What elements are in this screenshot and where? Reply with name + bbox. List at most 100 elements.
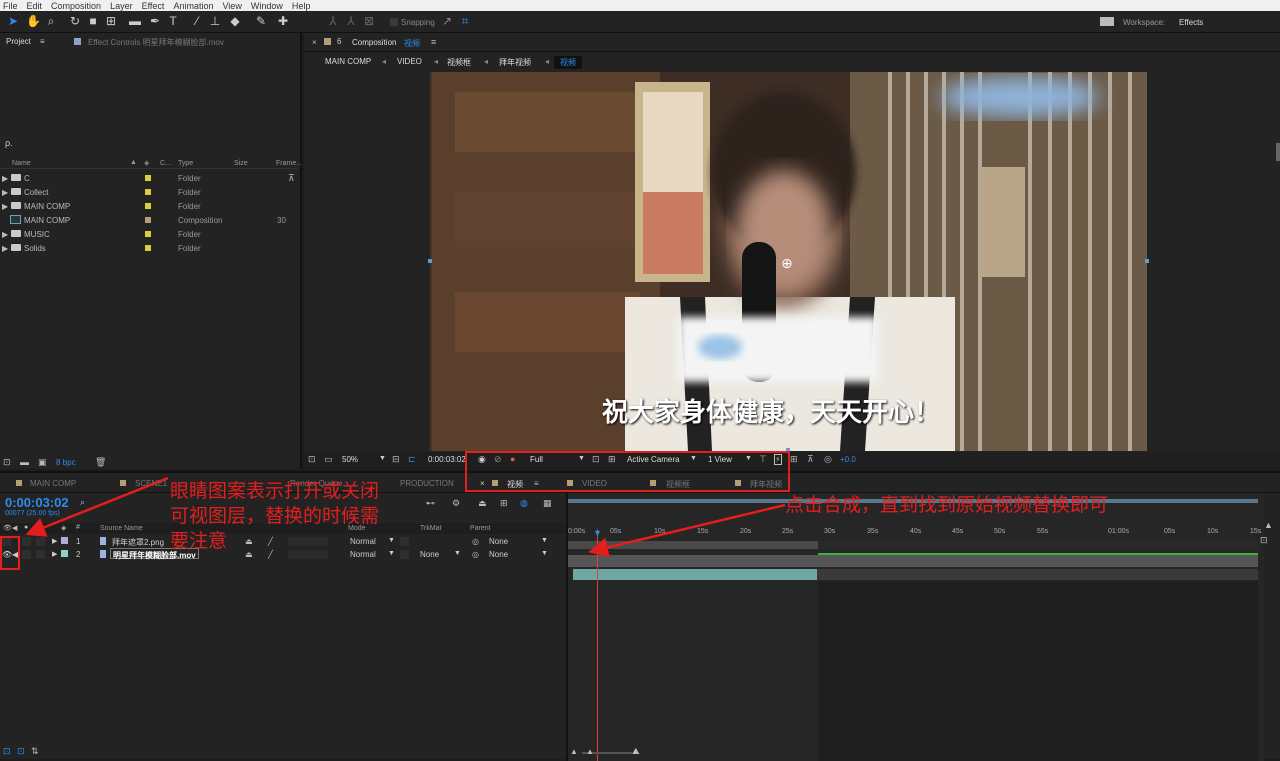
menu-edit[interactable]: Edit (27, 1, 43, 11)
col-name[interactable]: Name (12, 160, 31, 167)
comp-button-icon[interactable]: ⊡ (1260, 535, 1268, 546)
always-preview-icon[interactable]: ⊡ (308, 454, 316, 465)
layer-name[interactable]: 拜年遮罩2.png (112, 537, 164, 548)
col-source-name[interactable]: Source Name (100, 525, 143, 532)
trkmat-dropdown[interactable]: None (420, 550, 439, 559)
menu-window[interactable]: Window (251, 1, 283, 11)
axis-world-icon[interactable]: ⅄ (344, 14, 358, 28)
menu-animation[interactable]: Animation (173, 1, 213, 11)
list-item[interactable]: ▶ Collect Folder (0, 186, 298, 200)
snap-feather-icon[interactable]: ↗ (440, 14, 454, 28)
puppet-tool-icon[interactable]: ✚ (276, 14, 290, 28)
bit-depth-button[interactable]: 8 bpc (56, 458, 76, 467)
panel-menu-icon[interactable]: ≡ (431, 37, 436, 47)
comp-tab-name[interactable]: 视频 (404, 38, 420, 49)
layer-handle[interactable] (428, 259, 432, 263)
menu-effect[interactable]: Effect (142, 1, 165, 11)
lock-icon[interactable]: 6 (337, 37, 341, 46)
tab-production[interactable]: PRODUCTION (400, 479, 454, 488)
list-item[interactable]: ▶ C Folder (0, 172, 298, 186)
col-trkmat[interactable]: TrkMat (420, 525, 442, 532)
solo-icon[interactable]: ● (24, 524, 28, 531)
zoom-out-icon[interactable]: ▲ (570, 747, 578, 756)
parent-dropdown[interactable]: None (489, 537, 508, 546)
breadcrumb-main-comp[interactable]: MAIN COMP (325, 57, 371, 66)
new-folder-icon[interactable]: ▬ (20, 457, 29, 467)
col-frame[interactable]: Frame... (276, 160, 302, 167)
new-composition-icon[interactable]: ▣ (38, 457, 47, 468)
expand-arrow-icon[interactable]: ▶ (2, 174, 8, 183)
anchor-point-icon[interactable]: ⊕ (781, 255, 793, 272)
menu-layer[interactable]: Layer (110, 1, 133, 11)
label-swatch[interactable] (61, 550, 68, 557)
expand-arrow-icon[interactable]: ▶ (52, 550, 57, 558)
pan-behind-tool-icon[interactable]: ⊞ (104, 14, 118, 28)
layer-handle[interactable] (1145, 259, 1149, 263)
region-of-interest-icon[interactable]: ⊏ (408, 454, 416, 465)
exposure-icon[interactable]: ◎ (824, 454, 832, 465)
work-area[interactable] (568, 541, 818, 549)
col-size[interactable]: Size (234, 160, 248, 167)
camera-tool-icon[interactable]: ■ (86, 14, 100, 28)
zoom-in-icon[interactable]: ⛰ (632, 746, 640, 757)
col-c[interactable]: C... (160, 160, 171, 167)
graph-editor-icon[interactable]: ▦ (543, 498, 552, 509)
chevron-down-icon[interactable]: ▼ (388, 550, 395, 557)
col-parent[interactable]: Parent (470, 525, 491, 532)
audio-icon[interactable]: ◀ (12, 524, 17, 532)
expand-arrow-icon[interactable]: ▶ (2, 188, 8, 197)
tab-main-comp[interactable]: MAIN COMP (30, 479, 76, 488)
preserve-transparency[interactable] (400, 537, 409, 546)
brush-tool-icon[interactable]: ⁄ (190, 14, 204, 28)
tab-effect-controls[interactable]: Effect Controls 明星拜年模糊脸部.mov (88, 37, 224, 48)
pickwhip-icon[interactable]: ◎ (472, 537, 479, 546)
close-tab-icon[interactable]: × (312, 38, 317, 47)
layer-switches-icon[interactable]: ⊡ (3, 746, 11, 757)
draft-3d-icon[interactable]: ⚙ (452, 498, 460, 509)
motion-blur-icon[interactable]: ◍ (520, 498, 528, 509)
eye-icon[interactable]: 👁 (3, 524, 12, 532)
zoom-slider-handle[interactable]: ▲ (586, 747, 594, 756)
chevron-down-icon[interactable]: ▼ (454, 550, 461, 557)
expand-arrow-icon[interactable]: ▶ (2, 230, 8, 239)
search-input[interactable]: ρ. (5, 138, 13, 148)
exposure-value[interactable]: +0.0 (840, 455, 856, 464)
menu-composition[interactable]: Composition (51, 1, 101, 11)
hand-tool-icon[interactable]: ✋ (26, 14, 41, 28)
workspace-value[interactable]: Effects (1179, 18, 1203, 27)
axis-local-icon[interactable]: ⅄ (326, 14, 340, 28)
chevron-down-icon[interactable]: ▼ (388, 537, 395, 544)
time-graph[interactable]: 0:00s 05s 10s 15s 20s 25s 30s 35s 40s 45… (568, 493, 1264, 761)
chevron-down-icon[interactable]: ▼ (541, 537, 548, 544)
interpret-footage-icon[interactable]: ⊡ (3, 457, 11, 468)
selection-tool-icon[interactable]: ➤ (6, 14, 20, 28)
in-out-icon[interactable]: ⇅ (31, 746, 39, 757)
lock-toggle[interactable] (36, 550, 45, 559)
snapping-checkbox[interactable] (390, 18, 398, 26)
timeline-timecode[interactable]: 0:00:03:02 (5, 495, 69, 510)
menu-file[interactable]: File (3, 1, 18, 11)
flowchart-icon[interactable]: ⊼ (807, 454, 814, 465)
sort-arrow-icon[interactable]: ▲ (130, 159, 137, 166)
zoom-dropdown[interactable]: 50% (342, 455, 358, 464)
tab-composition[interactable]: Composition (352, 38, 396, 47)
viewer-timecode[interactable]: 0:00:03:02 (428, 455, 466, 464)
type-tool-icon[interactable]: T (166, 14, 180, 28)
trash-icon[interactable]: 🗑 (95, 457, 106, 468)
parent-dropdown[interactable]: None (489, 550, 508, 559)
tab-project[interactable]: Project (6, 37, 31, 46)
monitor-icon[interactable]: ▭ (324, 454, 333, 465)
composition-viewer[interactable]: 祝大家身体健康，天天开心！ ⊕ (430, 72, 1147, 451)
timeline-icon[interactable]: ⊞ (790, 454, 798, 465)
zoom-tool-icon[interactable]: ⌕ (44, 14, 58, 28)
eraser-tool-icon[interactable]: ◆ (228, 14, 242, 28)
snap-grid-icon[interactable]: ⌗ (458, 14, 472, 28)
breadcrumb-current[interactable]: 视频 (554, 56, 582, 69)
preserve-transparency[interactable] (400, 550, 409, 559)
tab-scene1[interactable]: SCENE1 (135, 479, 167, 488)
solo-toggle[interactable] (22, 550, 31, 559)
pen-tool-icon[interactable]: ✒ (148, 14, 162, 28)
menu-help[interactable]: Help (292, 1, 311, 11)
list-item[interactable]: MAIN COMP Composition 30 (0, 214, 298, 228)
fit-icon[interactable]: ⊟ (392, 454, 400, 465)
